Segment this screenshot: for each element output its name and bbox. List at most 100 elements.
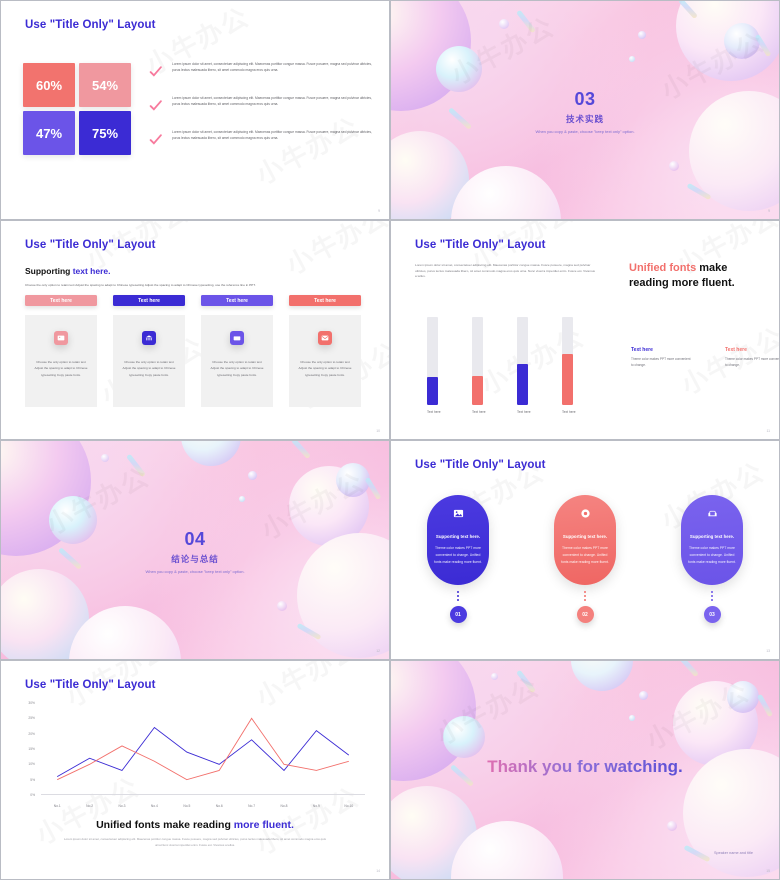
card[interactable]: Text here Choose the only option to reta… [113, 295, 185, 407]
legend-item: Text here Theme color makes PPT more con… [631, 347, 693, 368]
card[interactable]: Text here Choose the only option to reta… [25, 295, 97, 407]
card-image-icon [54, 331, 68, 345]
pill-item[interactable]: Supporting text here. Theme color makes … [554, 495, 616, 623]
bar-column[interactable]: Text here [427, 317, 441, 414]
bar-column[interactable]: Text here [562, 317, 576, 414]
decorative-bubble [436, 46, 482, 92]
thank-you-text: Thank you for watching. [485, 756, 685, 779]
decorative-stick [516, 669, 536, 694]
section-number: 03 [574, 89, 596, 109]
legend-body: Theme color makes PPT more convenient to… [725, 357, 779, 367]
card[interactable]: Text here Choose the only option to reta… [289, 295, 361, 407]
slide-6-pill-infographic[interactable]: 小牛办公 小牛办公 Use "Title Only" Layout Suppor… [390, 440, 780, 660]
pill-card[interactable]: Supporting text here. Theme color makes … [427, 495, 489, 585]
x-tick-label: No.7 [248, 804, 256, 808]
decorative-bubble [669, 161, 679, 171]
decorative-bubble [638, 31, 646, 39]
x-tick-label: No.9 [312, 804, 320, 808]
dot [584, 599, 586, 601]
y-tick-label: 20% [28, 731, 35, 736]
page-number: 15 [766, 869, 770, 873]
slide-7-line-chart[interactable]: 小牛办公 小牛办公 小牛办公 小牛办公 Use "Title Only" Lay… [0, 660, 390, 880]
stat-value: 54% [91, 77, 119, 93]
sofa-icon [681, 506, 743, 524]
footer-heading: Unified fonts make reading more fluent. [1, 819, 389, 831]
bar-track [472, 317, 483, 405]
step-number-badge[interactable]: 02 [576, 606, 594, 623]
dot [457, 591, 459, 593]
decorative-bubble [667, 821, 677, 831]
pill-card[interactable]: Supporting text here. Theme color makes … [554, 495, 616, 585]
pill-body: Theme color makes PPT more convenient to… [561, 546, 609, 564]
slide-8-thank-you[interactable]: 小牛办公 小牛办公 Thank you for watching. Speake… [390, 660, 780, 880]
card-header[interactable]: Text here [25, 295, 97, 306]
decorative-stick [756, 693, 774, 718]
card-header[interactable]: Text here [289, 295, 361, 306]
bar-label: Text here [427, 410, 441, 414]
pill-heading: Supporting text here. [562, 534, 608, 539]
bar-fill [562, 353, 573, 405]
pill-body: Theme color makes PPT more convenient to… [434, 546, 482, 564]
y-tick-label: 5% [30, 777, 35, 782]
card[interactable]: Text here Choose the only option to reta… [201, 295, 273, 407]
cover-text-block: 03 技术实践 When you copy & paste, choose "k… [391, 89, 779, 134]
bar-fill [427, 376, 438, 405]
page-title: Use "Title Only" Layout [415, 239, 546, 251]
dot [457, 599, 459, 601]
dot [584, 595, 586, 597]
slide-3-four-cards[interactable]: 小牛办公 小牛办公 小牛办公 小牛办公 Use "Title Only" Lay… [0, 220, 390, 440]
dot [584, 591, 586, 593]
slide-2-section-cover[interactable]: 小牛办公 小牛办公 03 技术实践 When you copy & paste,… [390, 0, 780, 220]
right-heading: Unified fonts make reading more fluent. [629, 261, 769, 291]
slide-1-percent-stats[interactable]: 小牛办公 小牛办公 Use "Title Only" Layout 60% 54… [0, 0, 390, 220]
cover-text-block: 04 结论与总结 When you copy & paste, choose "… [1, 529, 389, 574]
slide-5-section-cover[interactable]: 小牛办公 小牛办公 04 结论与总结 When you copy & paste… [0, 440, 390, 660]
pill-item[interactable]: Supporting text here. Theme color makes … [427, 495, 489, 623]
dot [711, 591, 713, 593]
card-header[interactable]: Text here [113, 295, 185, 306]
list-item-text: Lorem ipsum dolor sit amet, consectetuer… [172, 130, 372, 141]
x-tick-label: No.8 [280, 804, 288, 808]
line-series [57, 728, 349, 777]
card-header[interactable]: Text here [201, 295, 273, 306]
page-number: 13 [766, 649, 770, 653]
y-tick-label: 30% [28, 701, 35, 705]
page-number: 11 [766, 429, 770, 433]
step-number-badge[interactable]: 03 [703, 606, 721, 623]
stat-box[interactable]: 54% [79, 63, 131, 107]
page-title: Use "Title Only" Layout [25, 239, 156, 251]
card-body: Choose the only option to retain text Ad… [289, 315, 361, 407]
card-text: Choose the only option to retain text Ad… [122, 360, 176, 377]
bar-fill [472, 375, 483, 405]
page-number: 9 [768, 209, 770, 213]
line-chart[interactable]: 0% 5% 10% 15% 20% 25% 30% No.1 No.2 No.3 No.4 No.5… [21, 701, 373, 811]
card-row: Text here Choose the only option to reta… [25, 295, 361, 407]
card-text: Choose the only option to retain text Ad… [298, 360, 352, 377]
footer-heading-black: Unified fonts make reading [96, 819, 234, 831]
bar-track [517, 317, 528, 405]
stat-box[interactable]: 60% [23, 63, 75, 107]
decorative-bubble [248, 471, 257, 480]
percent-grid: 60% 54% 47% 75% [23, 63, 131, 155]
bar-label: Text here [517, 410, 531, 414]
legend: Text here Theme color makes PPT more con… [631, 347, 779, 368]
bar-column[interactable]: Text here [472, 317, 486, 414]
stat-box[interactable]: 47% [23, 111, 75, 155]
pill-card[interactable]: Supporting text here. Theme color makes … [681, 495, 743, 585]
stat-value: 60% [35, 77, 63, 93]
step-number-badge[interactable]: 01 [449, 606, 467, 623]
bar-label: Text here [562, 410, 576, 414]
bar-column[interactable]: Text here [517, 317, 531, 414]
pill-item[interactable]: Supporting text here. Theme color makes … [681, 495, 743, 623]
pill-heading: Supporting text here. [689, 534, 735, 539]
record-icon [554, 506, 616, 524]
page-number: 14 [376, 869, 380, 873]
pill-heading: Supporting text here. [435, 534, 481, 539]
decorative-bubble [491, 673, 498, 680]
stat-box[interactable]: 75% [79, 111, 131, 155]
y-tick-label: 10% [28, 762, 35, 767]
card-text: Choose the only option to retain text Ad… [210, 360, 264, 377]
slide-4-bar-chart[interactable]: 小牛办公 小牛办公 小牛办公 小牛办公 Use "Title Only" Lay… [390, 220, 780, 440]
decorative-bubble [181, 441, 241, 466]
stat-value: 47% [35, 125, 63, 141]
